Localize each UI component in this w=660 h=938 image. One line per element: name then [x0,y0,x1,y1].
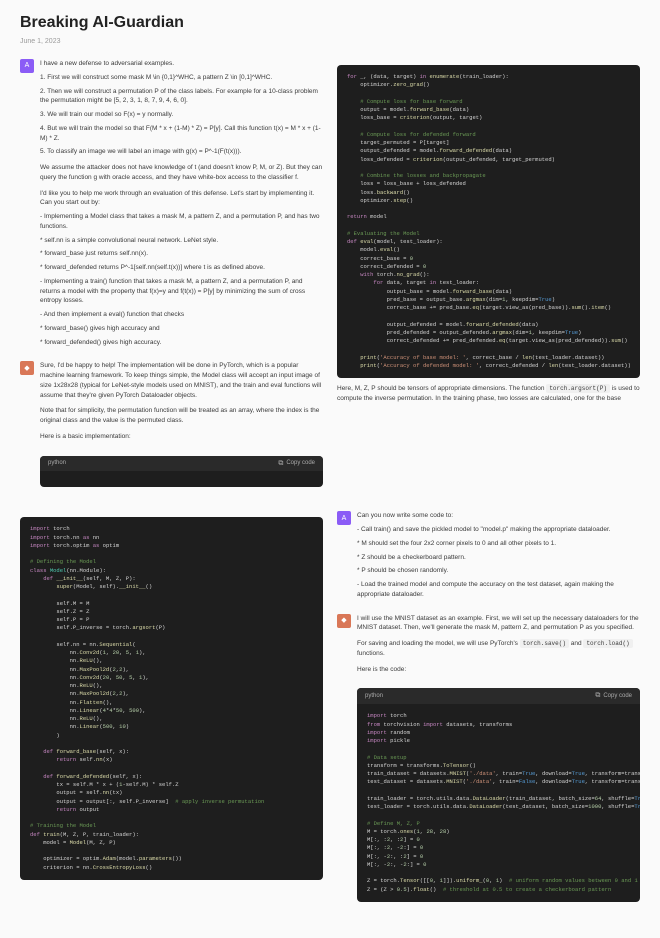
user-message-1: A I have a new defense to adversarial ex… [20,59,323,351]
msg3-line: * P should be chosen randomly. [357,566,640,576]
msg2-p: Note that for simplicity, the permutatio… [40,406,323,426]
code-content: import torch from torchvision import dat… [357,704,640,902]
code-block-bottom-left: import torch import torch.nn as nn impor… [20,517,323,880]
msg3-line: * M should set the four 2x2 corner pixel… [357,539,640,549]
user-message-2: A Can you now write some code to: - Call… [337,511,640,603]
msg1-line: * self.nn is a simple convolutional neur… [40,236,323,246]
msg1-line: 4. But we will train the model so that F… [40,124,323,144]
msg4-p: Here is the code: [357,665,640,675]
msg3-line: Can you now write some code to: [357,511,640,521]
inline-code: torch.save() [520,639,569,648]
msg1-line: - And then implement a eval() function t… [40,310,323,320]
msg4-p: For saving and loading the model, we wil… [357,639,640,659]
msg1-line: - Implementing a train() function that t… [40,277,323,306]
msg1-line: * forward_defended() gives high accuracy… [40,338,323,348]
inline-code: torch.load() [583,639,632,648]
code-caption: Here, M, Z, P should be tensors of appro… [337,384,640,404]
msg1-line: 5. To classify an image we will label an… [40,147,323,157]
copy-code-button[interactable]: Copy code [278,459,315,469]
page-date: June 1, 2023 [20,37,640,47]
msg1-line: 2. Then we will construct a permutation … [40,87,323,107]
msg1-line: * forward_defended returns P^-1[self.nn(… [40,263,323,273]
msg3-line: - Call train() and save the pickled mode… [357,525,640,535]
msg1-line: 3. We will train our model so F(x) = y n… [40,110,323,120]
msg3-line: - Load the trained model and compute the… [357,580,640,600]
user-avatar: A [337,511,351,525]
inline-code: torch.argsort(P) [546,384,610,393]
code-lang-label: python [365,692,383,700]
code-block-1-header: python Copy code [40,456,323,488]
code-content: import torch import torch.nn as nn impor… [20,517,323,880]
user-avatar: A [20,59,34,73]
copy-code-button[interactable]: Copy code [595,691,632,701]
msg1-line: * forward_base() gives high accuracy and [40,324,323,334]
ai-message-1: ◆ Sure, I'd be happy to help! The implem… [20,361,323,445]
msg2-p: Sure, I'd be happy to help! The implemen… [40,361,323,400]
code-block-bottom-right: python Copy code import torch from torch… [357,688,640,901]
ai-avatar: ◆ [337,614,351,628]
msg1-line: I'd like you to help me work through an … [40,189,323,209]
ai-avatar: ◆ [20,361,34,375]
msg1-line: * forward_base just returns self.nn(x). [40,249,323,259]
code-block-top-right: for _, (data, target) in enumerate(train… [337,65,640,378]
msg1-line: I have a new defense to adversarial exam… [40,59,323,69]
page-title: Breaking AI-Guardian [20,12,640,34]
msg2-p: Here is a basic implementation: [40,432,323,442]
msg1-line: We assume the attacker does not have kno… [40,163,323,183]
code-lang-label: python [48,459,66,467]
msg4-p: I will use the MNIST dataset as an examp… [357,614,640,634]
msg1-line: 1. First we will construct some mask M \… [40,73,323,83]
msg1-line: - Implementing a Model class that takes … [40,212,323,232]
ai-message-2: ◆ I will use the MNIST dataset as an exa… [337,614,640,679]
code-content: for _, (data, target) in enumerate(train… [337,65,640,378]
msg3-line: * Z should be a checkerboard pattern. [357,553,640,563]
